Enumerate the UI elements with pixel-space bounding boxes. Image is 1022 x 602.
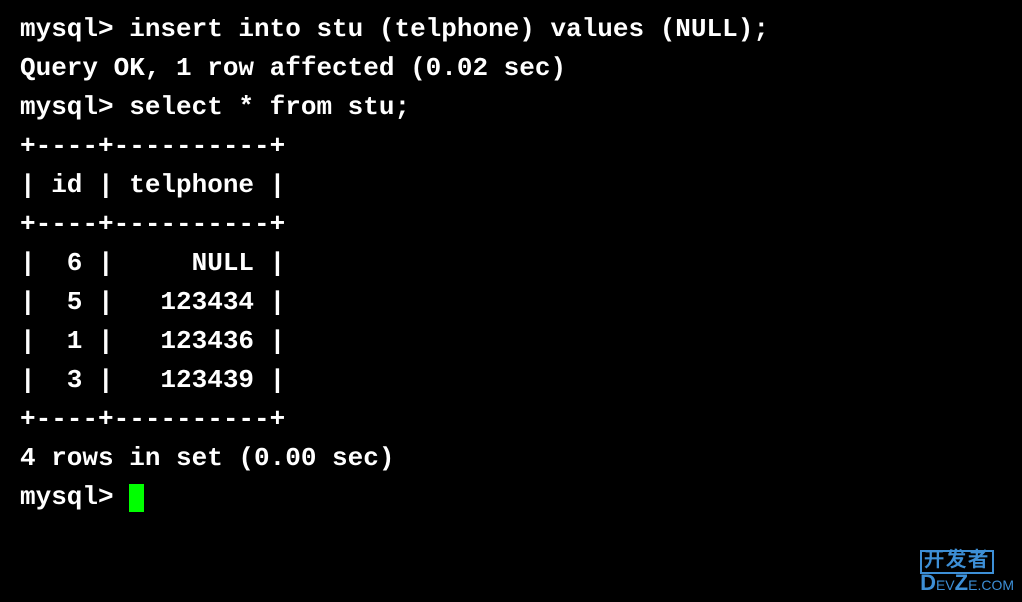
table-border-header: +----+----------+ [20,205,1002,244]
terminal-output: mysql> insert into stu (telphone) values… [20,10,1002,517]
table-row: | 6 | NULL | [20,244,1002,283]
rows-in-set-message: 4 rows in set (0.00 sec) [20,439,1002,478]
prompt-line[interactable]: mysql> [20,478,1002,517]
sql-insert-command: mysql> insert into stu (telphone) values… [20,10,1002,49]
sql-select-command: mysql> select * from stu; [20,88,1002,127]
table-border-bottom: +----+----------+ [20,400,1002,439]
query-ok-message: Query OK, 1 row affected (0.02 sec) [20,49,1002,88]
table-row: | 1 | 123436 | [20,322,1002,361]
table-header: | id | telphone | [20,166,1002,205]
watermark-english: DEVZE.COM [920,572,1014,594]
watermark: 开发者 DEVZE.COM [920,546,1014,594]
cursor-icon [129,484,144,512]
table-border-top: +----+----------+ [20,127,1002,166]
mysql-prompt: mysql> [20,482,129,512]
table-row: | 3 | 123439 | [20,361,1002,400]
table-row: | 5 | 123434 | [20,283,1002,322]
